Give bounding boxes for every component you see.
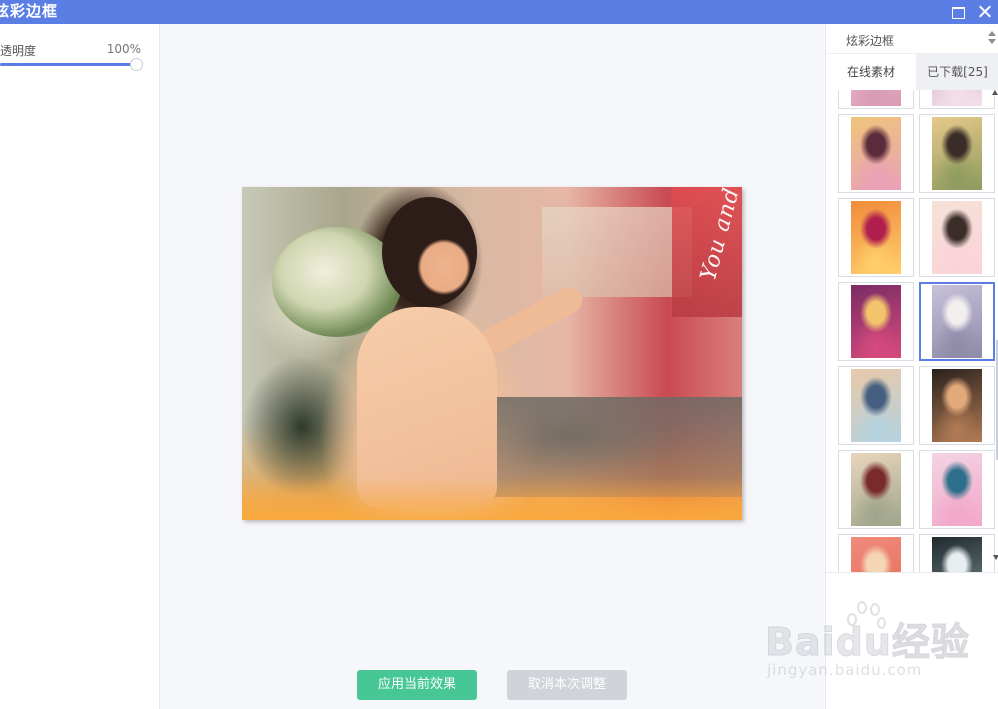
frame-thumbnail-image [932, 117, 982, 190]
photo-girl-head [382, 197, 477, 307]
scroll-down-icon[interactable] [993, 555, 998, 560]
frame-thumbnail-image [932, 369, 982, 442]
frame-thumbnail[interactable] [919, 366, 995, 445]
scroll-up-icon[interactable] [992, 90, 998, 95]
frame-thumbnail-image [851, 117, 901, 190]
frame-thumbnail-image [851, 369, 901, 442]
frame-thumbnail[interactable] [919, 90, 995, 109]
photo-girl-arm [477, 282, 587, 358]
frame-thumbnail[interactable] [838, 114, 914, 193]
frame-thumbnail-image [932, 285, 982, 358]
preview-canvas: You and me 应用当前效果 取消本次调整 [161, 24, 824, 709]
close-icon[interactable] [976, 3, 994, 21]
updown-arrows-icon [988, 30, 996, 44]
apply-effect-button[interactable]: 应用当前效果 [357, 670, 477, 700]
preview-photo: You and me [242, 187, 742, 520]
opacity-slider-thumb[interactable] [130, 58, 143, 71]
frame-thumbnail-image [932, 537, 982, 572]
tab-online-materials[interactable]: 在线素材 [826, 54, 916, 90]
material-tabs: 在线素材 已下载[25] [826, 54, 998, 90]
frame-thumbnail-image [851, 537, 901, 572]
frame-thumbnail[interactable] [919, 534, 995, 572]
opacity-slider-fill [0, 63, 136, 66]
frame-thumbnail[interactable] [838, 282, 914, 361]
left-panel: 透明度 100% [0, 24, 160, 709]
opacity-label: 透明度 [0, 44, 37, 58]
category-select-value: 炫彩边框 [846, 34, 895, 48]
frame-thumbnail-image [851, 285, 901, 358]
frame-thumbnail-image [932, 201, 982, 274]
frame-thumbnail[interactable] [838, 198, 914, 277]
frame-thumbnail[interactable] [919, 450, 995, 529]
frame-thumbnail-image [851, 201, 901, 274]
photo-background-wall [542, 207, 692, 297]
opacity-value: 100% [106, 42, 141, 56]
category-select[interactable]: 炫彩边框 [826, 24, 998, 54]
frame-thumbnail-list[interactable] [826, 90, 998, 573]
frame-thumbnail-image [851, 453, 901, 526]
frame-thumbnail-image [932, 453, 982, 526]
tab-downloaded[interactable]: 已下载[25] [916, 54, 998, 90]
right-panel: 炫彩边框 在线素材 已下载[25] [825, 24, 998, 709]
title-bar: 炫彩边框 [0, 0, 998, 24]
frame-thumbnail[interactable] [838, 534, 914, 572]
photo-border-glow [242, 477, 742, 520]
frame-thumbnail-image [932, 90, 982, 106]
frame-thumbnail[interactable] [838, 90, 914, 109]
cancel-adjust-button[interactable]: 取消本次调整 [507, 670, 627, 700]
opacity-slider[interactable] [0, 58, 143, 72]
frame-thumbnail[interactable] [838, 366, 914, 445]
frame-thumbnail[interactable] [919, 114, 995, 193]
maximize-icon[interactable] [950, 3, 968, 21]
window-title: 炫彩边框 [0, 2, 59, 20]
frame-thumbnail-image [851, 90, 901, 106]
frame-thumbnail[interactable] [838, 450, 914, 529]
frame-thumbnail[interactable] [919, 198, 995, 277]
frame-thumbnail[interactable] [919, 282, 995, 361]
